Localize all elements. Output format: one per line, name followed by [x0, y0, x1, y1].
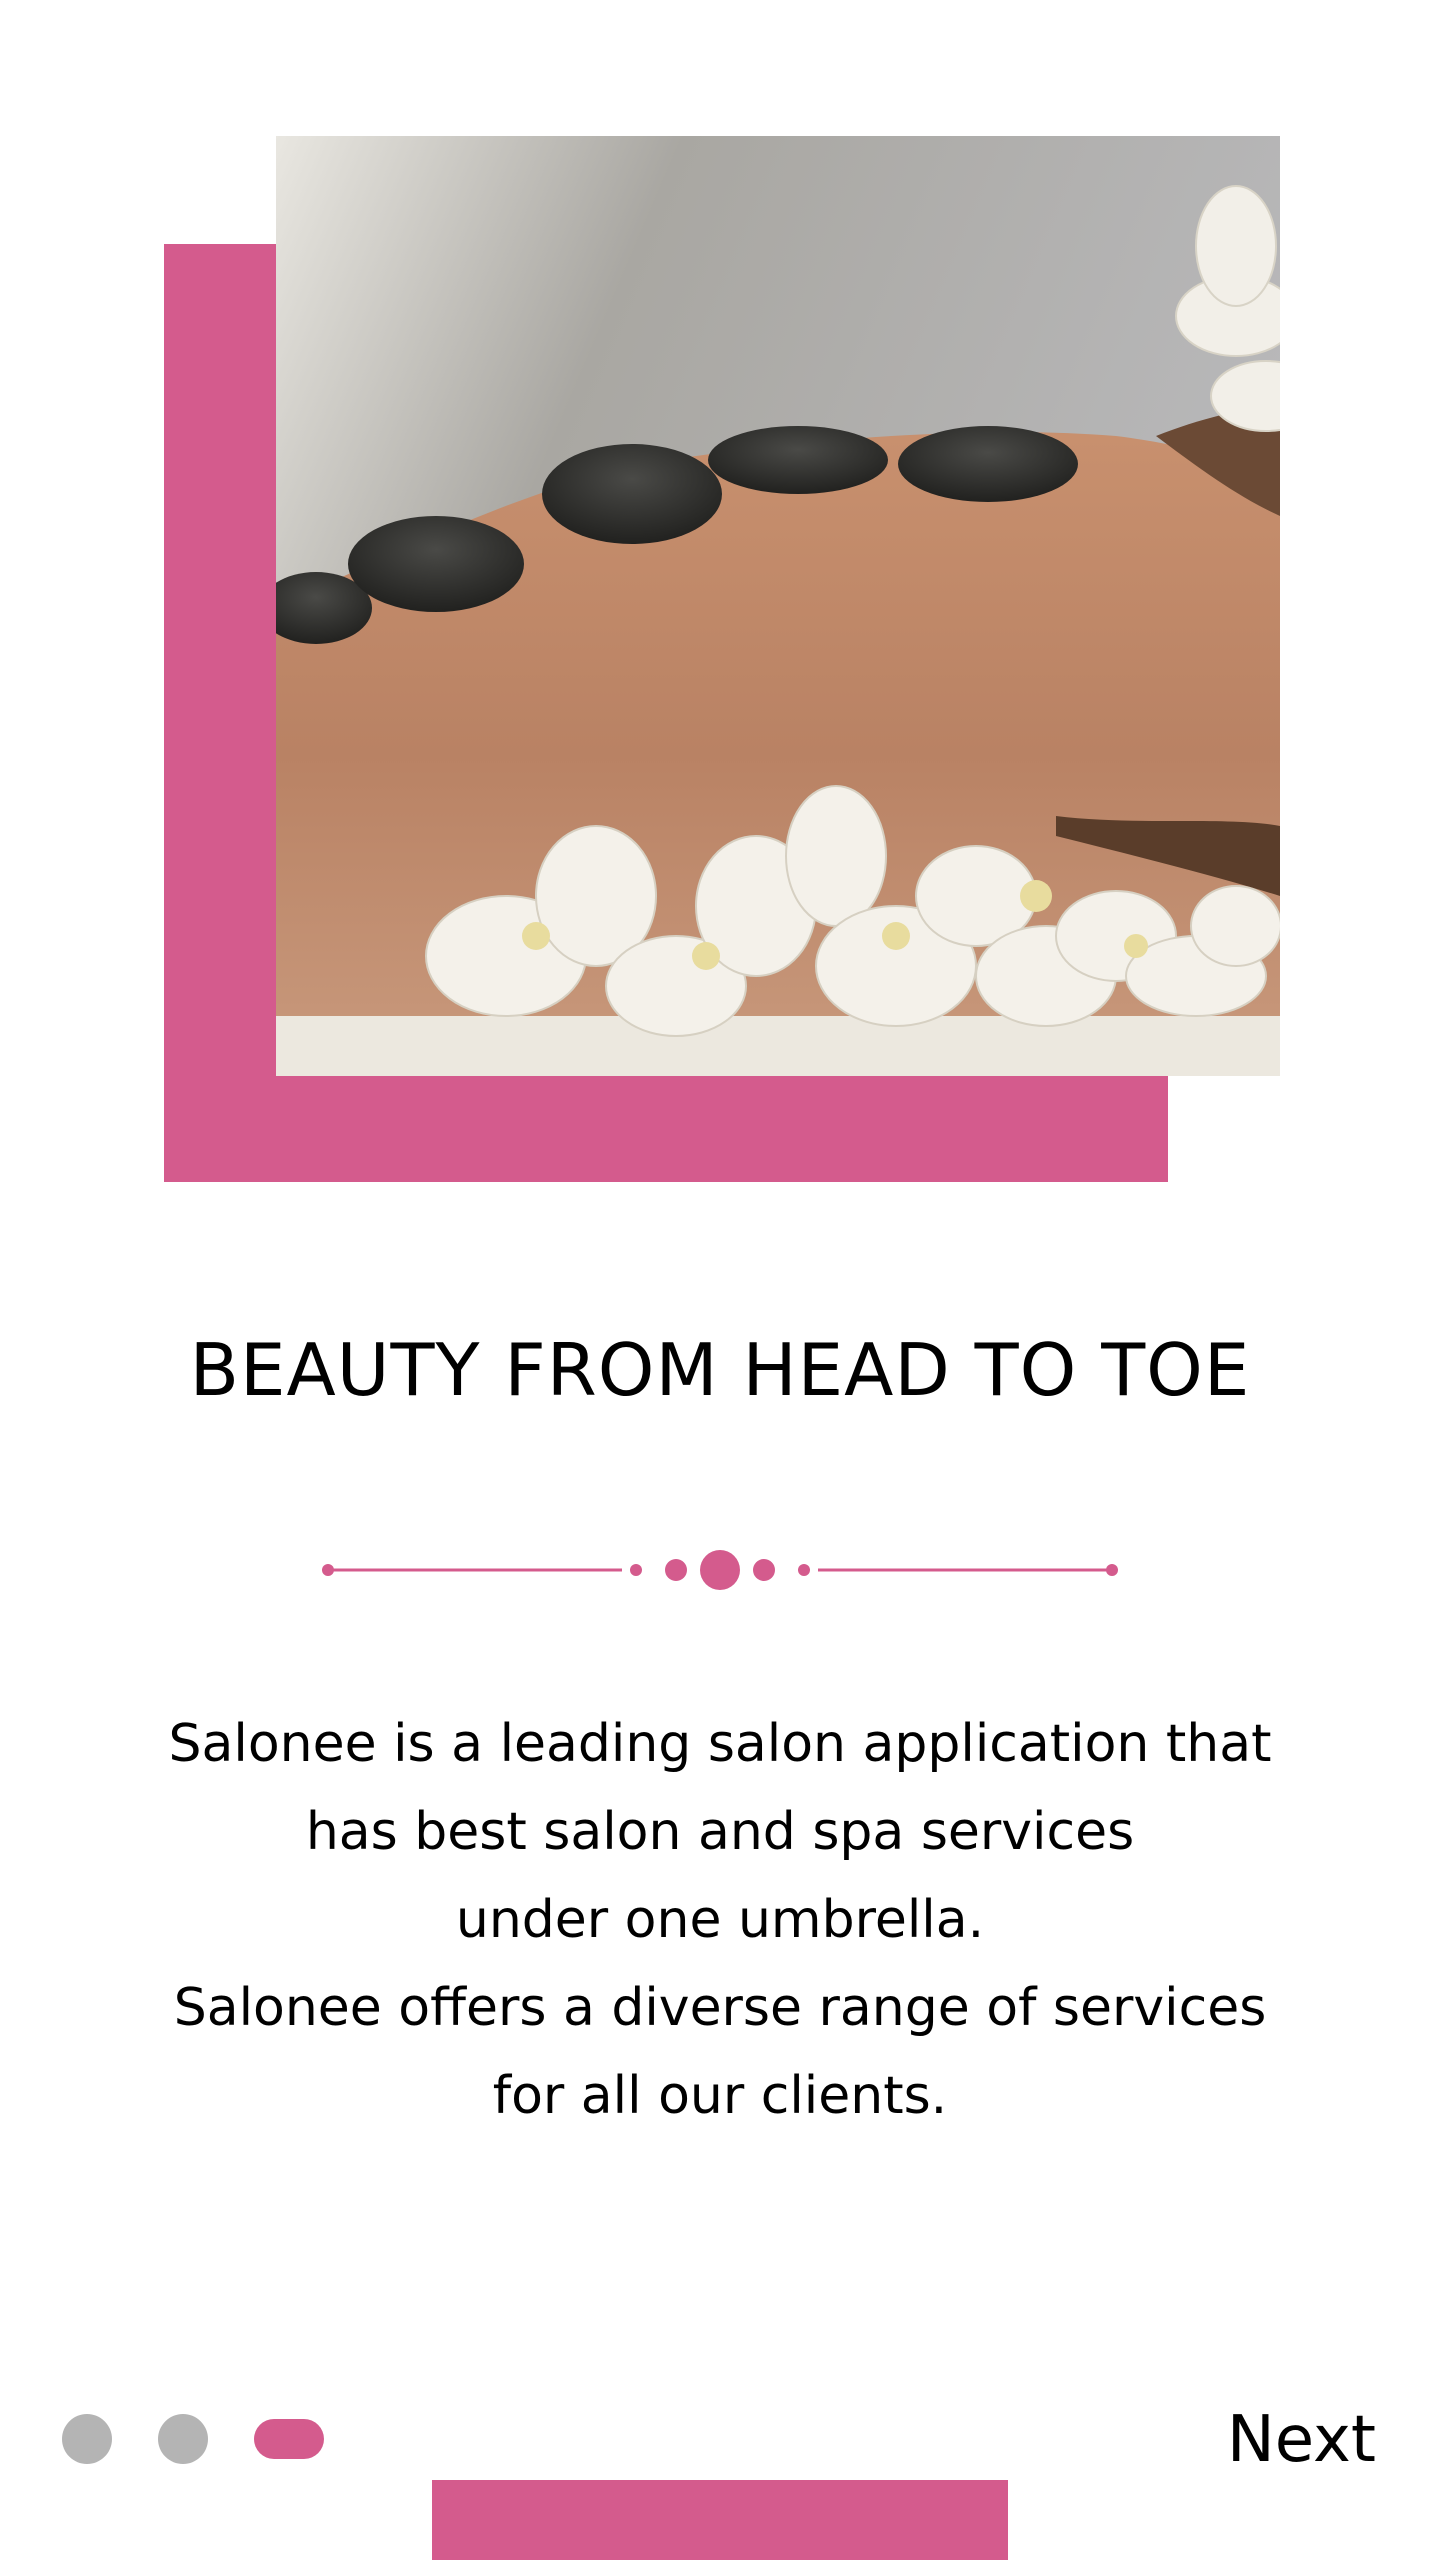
- next-button[interactable]: Next: [1227, 2400, 1376, 2480]
- description-line: has best salon and spa services: [305, 1802, 1135, 1862]
- page-dot-active[interactable]: [254, 2419, 324, 2459]
- page-title: BEAUTY FROM HEAD TO TOE: [189, 1328, 1251, 1412]
- page-indicator: [62, 2414, 324, 2464]
- description-line: Salonee offers a diverse range of servic…: [173, 1978, 1267, 2038]
- description-line: for all our clients.: [492, 2066, 948, 2126]
- description-line: Salonee is a leading salon application t…: [168, 1714, 1272, 1774]
- description-line: under one umbrella.: [455, 1890, 985, 1950]
- decorative-divider: [322, 1550, 1118, 1590]
- description-text: Salonee is a leading salon application t…: [0, 1700, 1440, 2140]
- spa-photo-illustration: [276, 136, 1280, 1076]
- hero-image: [276, 136, 1280, 1076]
- page-dot[interactable]: [158, 2414, 208, 2464]
- bottom-accent-bar: [432, 2480, 1008, 2560]
- page-dot[interactable]: [62, 2414, 112, 2464]
